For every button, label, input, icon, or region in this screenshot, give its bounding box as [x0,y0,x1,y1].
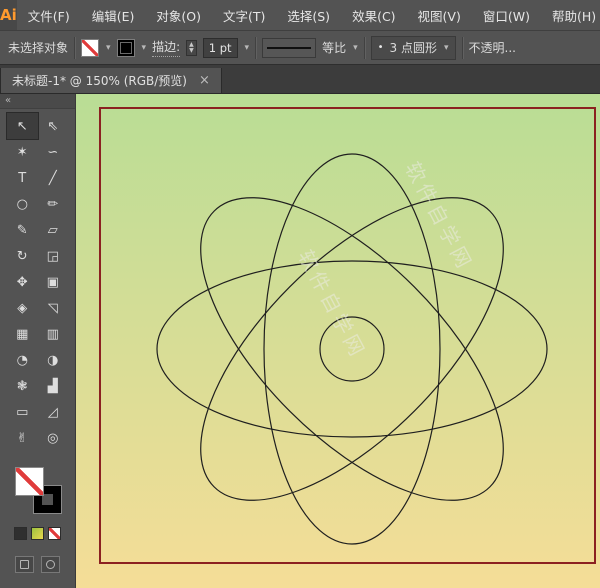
document-tab-bar: 未标题-1* @ 150% (RGB/预览) × [0,65,600,94]
separator [462,37,463,59]
selection-tool[interactable]: ↖ [7,113,38,139]
column-graph-tool[interactable]: ▟ [38,373,69,399]
brush-definition-select[interactable]: • 3 点圆形 ▾ [371,36,456,60]
paintbrush-tool[interactable]: ✏ [38,191,69,217]
line-segment-tool[interactable]: ╱ [38,165,69,191]
menu-item-effect[interactable]: 效果(C) [341,6,406,25]
magic-wand-tool[interactable]: ✶ [7,139,38,165]
tab-close-icon[interactable]: × [199,73,210,88]
artboard-tool[interactable]: ▭ [7,399,38,425]
gradient-tool[interactable]: ▥ [38,321,69,347]
artboard-canvas[interactable]: 软件自学网软件自学网 [76,94,600,588]
menu-item-view[interactable]: 视图(V) [407,6,472,25]
document-tab[interactable]: 未标题-1* @ 150% (RGB/预览) × [0,68,222,93]
illustrator-logo: Ai [0,0,17,30]
artboard-border [100,108,595,563]
shape-builder-tool[interactable]: ◈ [7,295,38,321]
menu-item-file[interactable]: 文件(F) [17,6,81,25]
menu-item-window[interactable]: 窗口(W) [472,6,541,25]
stroke-color-swatch[interactable] [117,39,135,57]
illustrator-window: Ai 文件(F)编辑(E)对象(O)文字(T)选择(S)效果(C)视图(V)窗口… [0,0,600,588]
menu-item-edit[interactable]: 编辑(E) [81,6,146,25]
stroke-dropdown-icon[interactable]: ▾ [142,43,147,53]
separator [255,37,256,59]
separator [74,37,75,59]
free-transform-tool[interactable]: ▣ [38,269,69,295]
artwork-ellipse [264,154,440,544]
stroke-width-dropdown-icon[interactable]: ▾ [245,43,250,53]
menu-item-object[interactable]: 对象(O) [145,6,212,25]
pencil-tool[interactable]: ✎ [7,217,38,243]
profile-line-icon [267,47,311,49]
drawing-modes-row [0,556,75,573]
scale-tool[interactable]: ◲ [38,243,69,269]
opacity-label[interactable]: 不透明... [469,39,516,56]
brush-dropdown-icon: ▾ [444,43,449,53]
paint-mode-row [0,527,75,540]
blend-tool[interactable]: ◑ [38,347,69,373]
brush-dot-icon: • [378,42,384,53]
fill-swatch[interactable] [15,467,44,496]
rotate-tool[interactable]: ↻ [7,243,38,269]
artwork-ellipse [152,149,552,549]
stroke-width-value[interactable]: 1 pt [203,38,238,58]
artwork-svg [76,94,600,588]
menu-item-help[interactable]: 帮助(H) [541,6,600,25]
slice-tool[interactable]: ◿ [38,399,69,425]
menu-item-type[interactable]: 文字(T) [212,6,276,25]
fill-color-swatch[interactable] [81,39,99,57]
mesh-tool[interactable]: ▦ [7,321,38,347]
eyedropper-tool[interactable]: ◔ [7,347,38,373]
stroke-width-stepper[interactable]: ▲▼ [186,40,197,56]
width-tool[interactable]: ✥ [7,269,38,295]
fill-dropdown-icon[interactable]: ▾ [106,43,111,53]
artwork-ellipse [152,149,552,549]
type-tool[interactable]: T [7,165,38,191]
control-bar: 未选择对象 ▾ ▾ 描边: ▲▼ 1 pt ▾ 等比 ▾ • 3 点圆形 ▾ 不… [0,31,600,65]
menu-item-select[interactable]: 选择(S) [276,6,341,25]
none-button[interactable] [48,527,61,540]
tool-grid: ↖⇖✶∽T╱○✏✎▱↻◲✥▣◈◹▦▥◔◑❃▟▭◿✌◎ [0,109,75,451]
fill-stroke-indicator [15,467,61,513]
gradient-button[interactable] [31,527,44,540]
zoom-tool[interactable]: ◎ [38,425,69,451]
eraser-tool[interactable]: ▱ [38,217,69,243]
direct-selection-tool[interactable]: ⇖ [38,113,69,139]
profile-dropdown-icon[interactable]: ▾ [353,43,358,53]
hand-tool[interactable]: ✌ [7,425,38,451]
profile-label[interactable]: 等比 [322,39,346,56]
draw-behind-mode-button[interactable] [41,556,60,573]
selection-status: 未选择对象 [8,39,68,56]
menu-bar: Ai 文件(F)编辑(E)对象(O)文字(T)选择(S)效果(C)视图(V)窗口… [0,0,600,31]
perspective-grid-tool[interactable]: ◹ [38,295,69,321]
symbol-sprayer-tool[interactable]: ❃ [7,373,38,399]
brush-definition-label: 3 点圆形 [390,39,437,56]
artwork-ellipse [157,261,547,437]
lasso-tool[interactable]: ∽ [38,139,69,165]
color-button[interactable] [14,527,27,540]
collapse-panel-icon[interactable]: « [0,94,75,109]
document-tab-title: 未标题-1* @ 150% (RGB/预览) [12,72,187,89]
menu-items: 文件(F)编辑(E)对象(O)文字(T)选择(S)效果(C)视图(V)窗口(W)… [17,6,600,25]
main-area: « ↖⇖✶∽T╱○✏✎▱↻◲✥▣◈◹▦▥◔◑❃▟▭◿✌◎ 软件自学网软件自学网 [0,94,600,588]
tools-panel: « ↖⇖✶∽T╱○✏✎▱↻◲✥▣◈◹▦▥◔◑❃▟▭◿✌◎ [0,94,76,588]
stroke-label[interactable]: 描边: [152,38,180,57]
separator [364,37,365,59]
artwork-center-circle [320,317,384,381]
draw-normal-mode-button[interactable] [15,556,34,573]
width-profile-preview[interactable] [262,38,316,58]
ellipse-tool[interactable]: ○ [7,191,38,217]
